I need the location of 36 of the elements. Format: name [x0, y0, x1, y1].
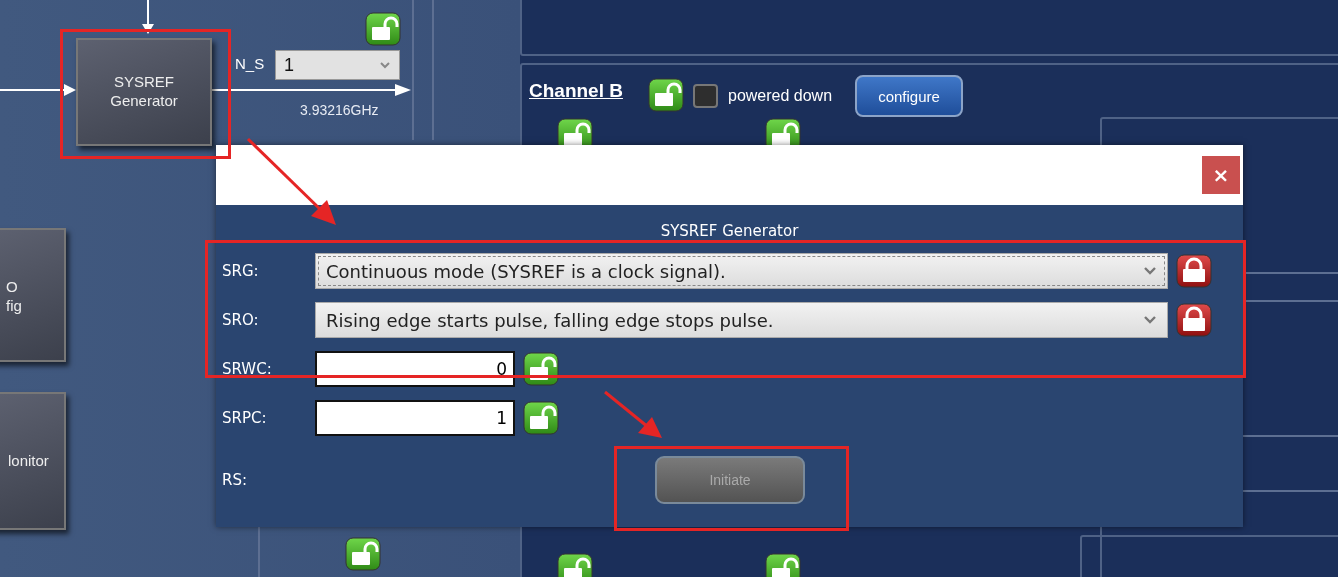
dropdown[interactable]: Continuous mode (SYSREF is a clock signal).: [315, 253, 1168, 289]
field-label: SRWC:: [222, 360, 273, 378]
dialog-title: SYSREF Generator: [659, 222, 800, 240]
channel-title[interactable]: Channel B: [529, 80, 623, 102]
field-label: SRO:: [222, 311, 260, 329]
function-block[interactable]: O fig: [0, 228, 66, 362]
dropdown-value: Rising edge starts pulse, falling edge stops pulse.: [326, 309, 774, 331]
number-input[interactable]: 1: [315, 400, 515, 436]
sysref-generator-block[interactable]: SYSREF Generator: [76, 38, 212, 146]
signal-arrow: [141, 0, 155, 36]
checkbox[interactable]: [693, 84, 718, 108]
annotation-arrow: [602, 389, 664, 441]
frequency-label: 3.93216GHz: [300, 102, 379, 118]
dropdown[interactable]: Rising edge starts pulse, falling edge stops pulse.: [315, 302, 1168, 338]
field-label: SRPC:: [222, 409, 268, 427]
open-padlock-icon[interactable]: [523, 401, 559, 435]
open-padlock-icon[interactable]: [648, 78, 684, 112]
chevron-down-icon: [1143, 315, 1157, 325]
open-padlock-icon[interactable]: [345, 537, 381, 571]
close-button[interactable]: ×: [1202, 156, 1240, 194]
checkbox-label: powered down: [728, 87, 833, 105]
field-label: SRG:: [222, 262, 260, 280]
chevron-down-icon: [1143, 266, 1157, 276]
dropdown-value: 1: [284, 54, 294, 76]
padlock-icon[interactable]: [1176, 254, 1212, 288]
open-padlock-icon[interactable]: [765, 553, 801, 577]
function-block[interactable]: lonitor: [0, 392, 66, 530]
padlock-icon[interactable]: [1176, 303, 1212, 337]
chevron-down-icon: [379, 61, 391, 69]
configure-button[interactable]: configure: [855, 75, 963, 117]
divider-label: N_S: [235, 55, 265, 72]
field-label: RS:: [222, 471, 248, 489]
dropdown-value: Continuous mode (SYSREF is a clock signal).: [326, 260, 726, 282]
open-padlock-icon[interactable]: [365, 12, 401, 46]
open-padlock-icon[interactable]: [557, 553, 593, 577]
divider-dropdown[interactable]: 1: [275, 50, 400, 80]
